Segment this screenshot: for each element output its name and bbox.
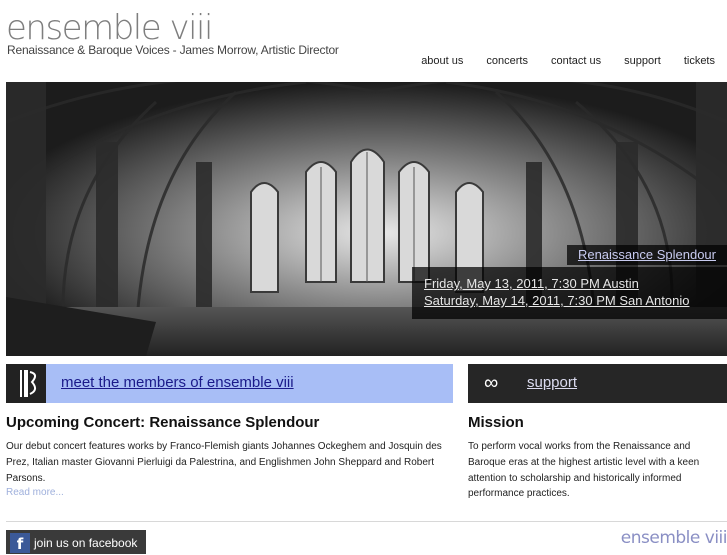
members-glyph-icon [6,364,46,403]
event-date-link[interactable]: Saturday, May 14, 2011, 7:30 PM San Anto… [424,292,727,309]
support-banner[interactable]: ∞ support [468,364,727,403]
main-nav: about us concerts contact us support tic… [421,55,715,67]
event-title-box: Renaissance Splendour [566,245,727,265]
read-more-link[interactable]: Read more... [6,487,64,498]
facebook-button[interactable]: f join us on facebook [6,530,146,554]
facebook-label: join us on facebook [34,536,138,550]
nav-concerts[interactable]: concerts [486,55,528,67]
nav-contact-us[interactable]: contact us [551,55,601,67]
nav-tickets[interactable]: tickets [684,55,715,67]
concert-heading: Upcoming Concert: Renaissance Splendour [6,414,320,431]
facebook-icon: f [10,533,30,553]
site-tagline: Renaissance & Baroque Voices - James Mor… [7,43,339,57]
site-logo[interactable]: ensemble viii [6,8,213,48]
support-link[interactable]: support [527,374,577,391]
nav-support[interactable]: support [624,55,661,67]
hero-banner: Renaissance Splendour Friday, May 13, 20… [6,82,727,356]
event-title-link[interactable]: Renaissance Splendour [578,247,716,262]
members-link[interactable]: meet the members of ensemble viii [61,374,294,391]
mission-statement: To perform vocal works from the Renaissa… [468,441,700,500]
mission-heading: Mission [468,414,524,431]
infinity-icon: ∞ [484,372,499,394]
event-dates-box: Friday, May 13, 2011, 7:30 PM Austin Sat… [412,267,727,319]
members-banner[interactable]: meet the members of ensemble viii [6,364,453,403]
nav-about-us[interactable]: about us [421,55,463,67]
footer-divider [6,521,727,522]
concert-description: Our debut concert features works by Fran… [6,441,442,484]
event-date-link[interactable]: Friday, May 13, 2011, 7:30 PM Austin [424,275,727,292]
footer-logo[interactable]: ensemble viii [621,528,727,548]
